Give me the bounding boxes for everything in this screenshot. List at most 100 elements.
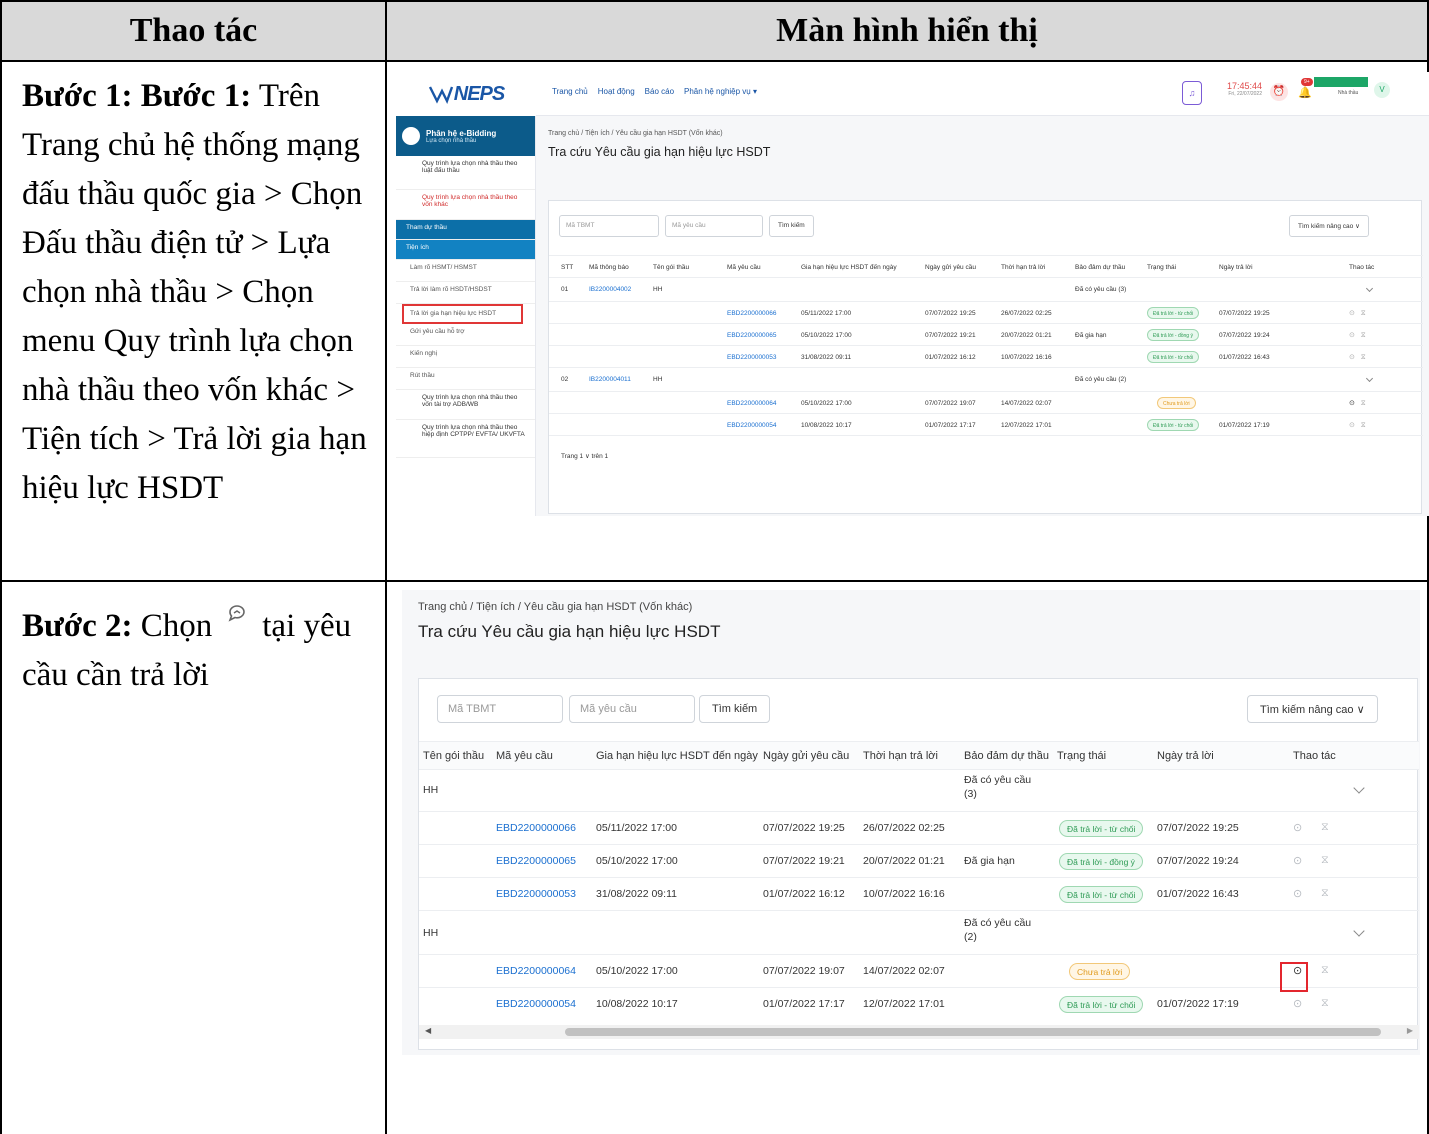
row-actions[interactable]: ⊙ ⧖ (1349, 421, 1366, 430)
user-role[interactable]: Nhà thầu (1338, 90, 1358, 96)
neps-logo: NEPS (396, 72, 536, 116)
replied-date: 07/07/2022 19:24 (1219, 332, 1270, 339)
scrollbar-thumb[interactable] (565, 1028, 1381, 1036)
page-title: Tra cứu Yêu cầu gia hạn hiệu lực HSDT (418, 622, 721, 641)
reply-chat-icon[interactable]: ⊙ (1293, 854, 1302, 867)
scroll-right-icon[interactable]: ▶ (1407, 1026, 1413, 1035)
advanced-search-button[interactable]: Tìm kiếm nâng cao ∨ (1247, 695, 1378, 723)
request-code-link[interactable]: EBD2200000053 (496, 888, 576, 900)
bell-icon[interactable]: 🔔 (1298, 86, 1312, 99)
table-row[interactable]: 02 IB2200004011 HH Đã có yêu cầu (2) (549, 367, 1423, 391)
hourglass-icon[interactable]: ⧖ (1321, 821, 1329, 834)
hourglass-icon[interactable]: ⧖ (1321, 887, 1329, 900)
sidebar-item-support[interactable]: Gửi yêu cầu hỗ trợ (396, 324, 535, 346)
notice-link[interactable]: IB2200004002 (589, 286, 631, 293)
request-code-link[interactable]: EBD2200000066 (496, 822, 576, 834)
table-row: EBD2200000065 05/10/2022 17:00 07/07/202… (419, 844, 1419, 877)
nav-activity[interactable]: Hoạt động (598, 87, 635, 96)
sent-date: 01/07/2022 16:12 (925, 354, 976, 361)
col-package: Tên gói thầu (423, 750, 485, 762)
table-header: Tên gói thầu Mã yêu cầu Gia hạn hiệu lực… (419, 741, 1419, 769)
table-row[interactable]: HH Đã có yêu cầu (3) (419, 769, 1419, 811)
search-button[interactable]: Tìm kiếm (699, 695, 771, 723)
sidebar-item-bidding[interactable]: Tham dự thầu (396, 220, 535, 240)
nav-report[interactable]: Báo cáo (645, 87, 674, 96)
status-badge: Đã trả lời - từ chối (1147, 419, 1200, 431)
col-deadline: Thời hạn trả lời (863, 750, 938, 762)
package-name: HH (653, 286, 663, 293)
request-code-link[interactable]: EBD2200000064 (727, 400, 777, 407)
table-header: STT Mã thông báo Tên gói thầu Mã yêu cầu… (549, 255, 1423, 277)
deadline: 26/07/2022 02:25 (863, 822, 945, 834)
sidebar-item-adb[interactable]: Quy trình lựa chọn nhà thầu theo vốn tài… (396, 390, 535, 420)
hourglass-icon[interactable]: ⧖ (1321, 854, 1329, 867)
request-code-link[interactable]: EBD2200000065 (727, 332, 777, 339)
row-actions[interactable]: ⊙ ⧖ (1349, 399, 1366, 408)
extend-to: 05/11/2022 17:00 (801, 310, 852, 317)
advanced-search-button[interactable]: Tìm kiếm nâng cao ∨ (1289, 215, 1369, 237)
row-actions[interactable]: ⊙ ⧖ (1349, 331, 1366, 340)
table-row[interactable]: HH Đã có yêu cầu (2) (419, 910, 1419, 954)
status-badge: Đã trả lời - đồng ý (1147, 329, 1199, 341)
notice-link[interactable]: IB2200004011 (589, 376, 631, 383)
sidebar-item-cptpp[interactable]: Quy trình lựa chọn nhà thầu theo hiệp đị… (396, 420, 535, 458)
row-actions[interactable]: ⊙ ⧖ (1349, 309, 1366, 318)
hourglass-icon[interactable]: ⧖ (1321, 964, 1329, 977)
guarantee: Đã gia hạn (1075, 332, 1107, 339)
table-row[interactable]: 01 IB2200004002 HH Đã có yêu cầu (3) (549, 277, 1423, 301)
nav-modules[interactable]: Phân hệ nghiệp vụ ▾ (684, 87, 757, 96)
reply-chat-icon[interactable]: ⊙ (1293, 821, 1302, 834)
sidebar-item-other-capital[interactable]: Quy trình lựa chọn nhà thầu theo vốn khá… (396, 190, 535, 220)
chevron-down-icon[interactable] (1365, 374, 1374, 383)
reply-chat-icon[interactable]: ⊙ (1293, 887, 1302, 900)
extend-to: 31/08/2022 09:11 (596, 888, 677, 900)
sidebar-item-law[interactable]: Quy trình lựa chọn nhà thầu theo luật đấ… (396, 156, 535, 190)
col-package: Tên gói thầu (653, 264, 690, 271)
request-code-link[interactable]: EBD2200000054 (727, 422, 777, 429)
col-status: Trạng thái (1147, 264, 1177, 271)
sidebar-item-withdraw[interactable]: Rút thầu (396, 368, 535, 390)
hourglass-icon[interactable]: ⧖ (1321, 997, 1329, 1010)
sidebar-item-extension-reply[interactable]: Trả lời gia hạn hiệu lực HSDT (402, 304, 523, 324)
tbmt-input[interactable]: Mã TBMT (559, 215, 659, 237)
sidebar-item-utilities[interactable]: Tiện ích (396, 240, 535, 260)
chevron-down-icon[interactable] (1365, 284, 1374, 293)
breadcrumb: Trang chủ / Tiện ích / Yêu cầu gia hạn H… (418, 601, 693, 613)
headset-button[interactable]: ♫ (1182, 81, 1202, 105)
reply-chat-icon[interactable]: ⊙ (1293, 997, 1302, 1010)
top-nav: Trang chủ Hoạt động Báo cáo Phân hệ nghi… (552, 87, 757, 96)
tbmt-input[interactable]: Mã TBMT (437, 695, 563, 723)
col-guarantee: Bảo đảm dự thầu (1075, 264, 1126, 271)
sidebar-item-clarify-hsdt[interactable]: Trả lời làm rõ HSDT/HSDST (396, 282, 535, 304)
chevron-down-icon[interactable] (1353, 782, 1365, 794)
table-row: EBD2200000053 31/08/2022 09:11 01/07/202… (549, 345, 1423, 367)
request-code-link[interactable]: EBD2200000064 (496, 965, 576, 977)
sidebar-item-clarify-hsmt[interactable]: Làm rõ HSMT/ HSMST (396, 260, 535, 282)
request-code-link[interactable]: EBD2200000066 (727, 310, 777, 317)
deadline: 20/07/2022 01:21 (863, 855, 945, 867)
nav-home[interactable]: Trang chủ (552, 87, 588, 96)
module-header[interactable]: Phân hệ e-Bidding Lựa chọn nhà thầu (396, 116, 535, 156)
request-code-link[interactable]: EBD2200000065 (496, 855, 576, 867)
request-code-link[interactable]: EBD2200000054 (496, 998, 576, 1010)
request-code-link[interactable]: EBD2200000053 (727, 354, 777, 361)
col-deadline: Thời hạn trả lời (1001, 264, 1046, 271)
scroll-left-icon[interactable]: ◀ (425, 1026, 431, 1035)
chevron-down-icon[interactable] (1353, 925, 1365, 937)
pagination[interactable]: Trang 1 ∨ trên 1 (549, 435, 1423, 475)
row-actions[interactable]: ⊙ ⧖ (1349, 353, 1366, 362)
col-actions: Thao tác (1349, 264, 1375, 271)
screenshot-zoomed-table: Trang chủ / Tiện ích / Yêu cầu gia hạn H… (402, 590, 1420, 1055)
col-stt: STT (561, 264, 574, 271)
sidebar-item-petition[interactable]: Kiến nghị (396, 346, 535, 368)
request-code-input[interactable]: Mã yêu cầu (569, 695, 695, 723)
search-button[interactable]: Tìm kiếm (769, 215, 814, 237)
alarm-icon[interactable]: ⏰ (1270, 83, 1288, 101)
extend-to: 05/10/2022 17:00 (801, 400, 852, 407)
horizontal-scrollbar[interactable]: ◀ ▶ (419, 1025, 1419, 1039)
request-code-input[interactable]: Mã yêu cầu (665, 215, 763, 237)
notification-badge: 9+ (1301, 78, 1313, 86)
step2-text-before: Chọn (140, 608, 213, 644)
clock: 17:45:44 Fri, 22/07/2022 (1218, 81, 1262, 97)
avatar[interactable]: V (1374, 82, 1390, 98)
